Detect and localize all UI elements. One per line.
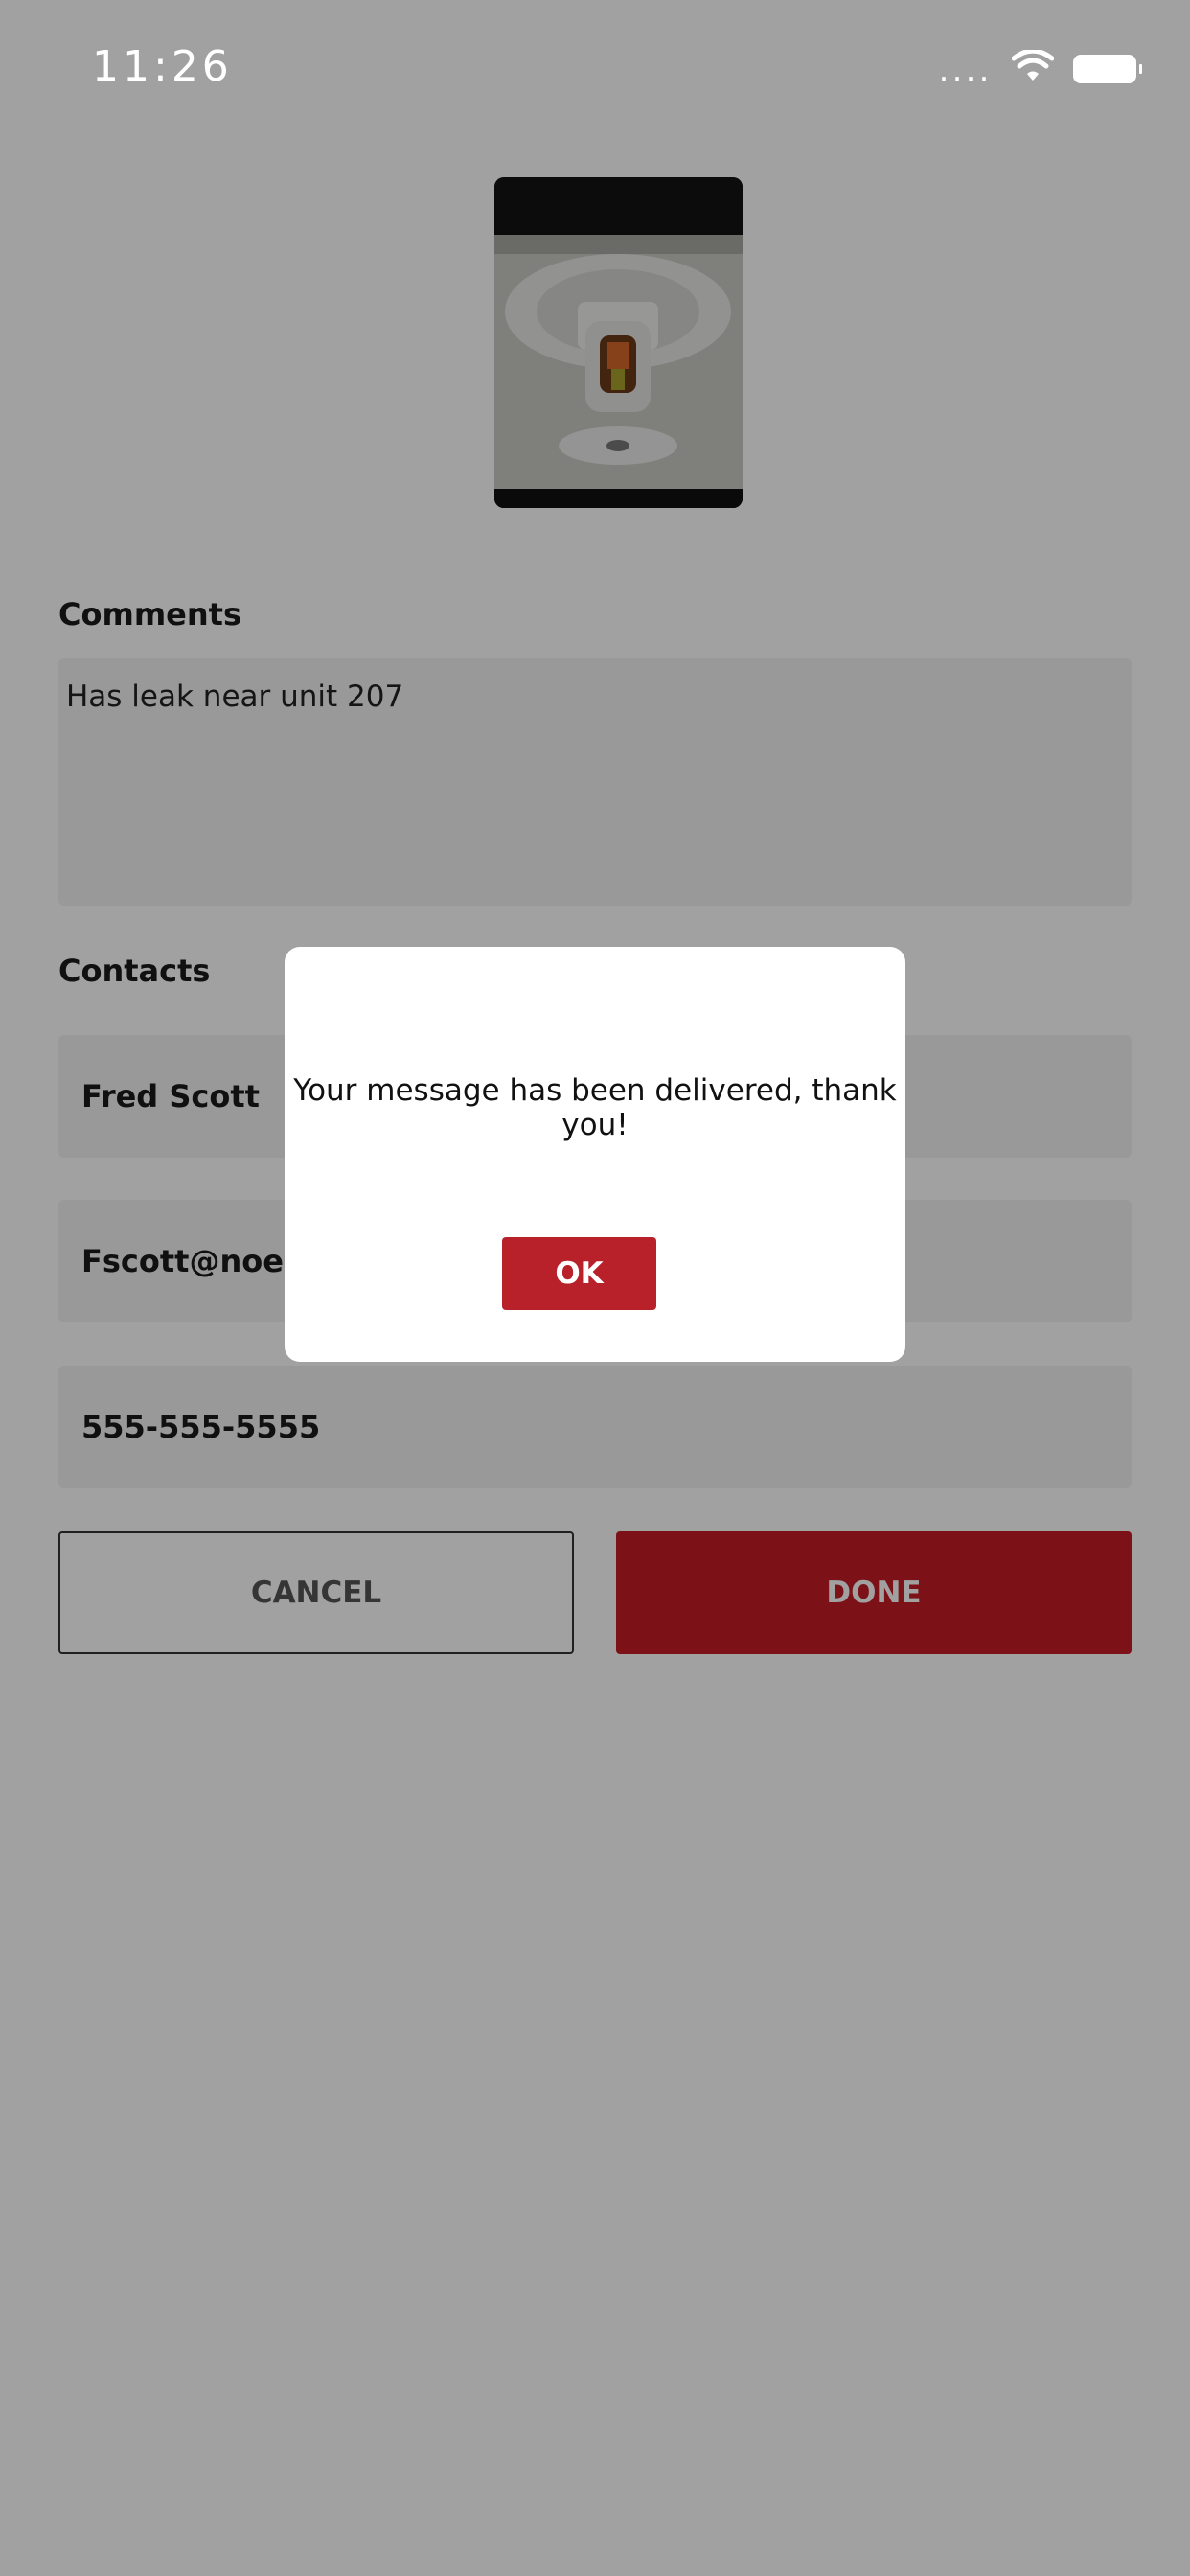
wifi-icon — [1011, 48, 1055, 87]
signal-icon: .... — [938, 48, 993, 88]
dialog-message: Your message has been delivered, thank y… — [293, 1073, 897, 1142]
status-icons: .... — [938, 48, 1142, 88]
status-time: 11:26 — [92, 42, 233, 91]
confirmation-dialog: Your message has been delivered, thank y… — [285, 947, 905, 1362]
battery-icon — [1073, 54, 1142, 83]
ok-button[interactable]: OK — [502, 1237, 656, 1310]
